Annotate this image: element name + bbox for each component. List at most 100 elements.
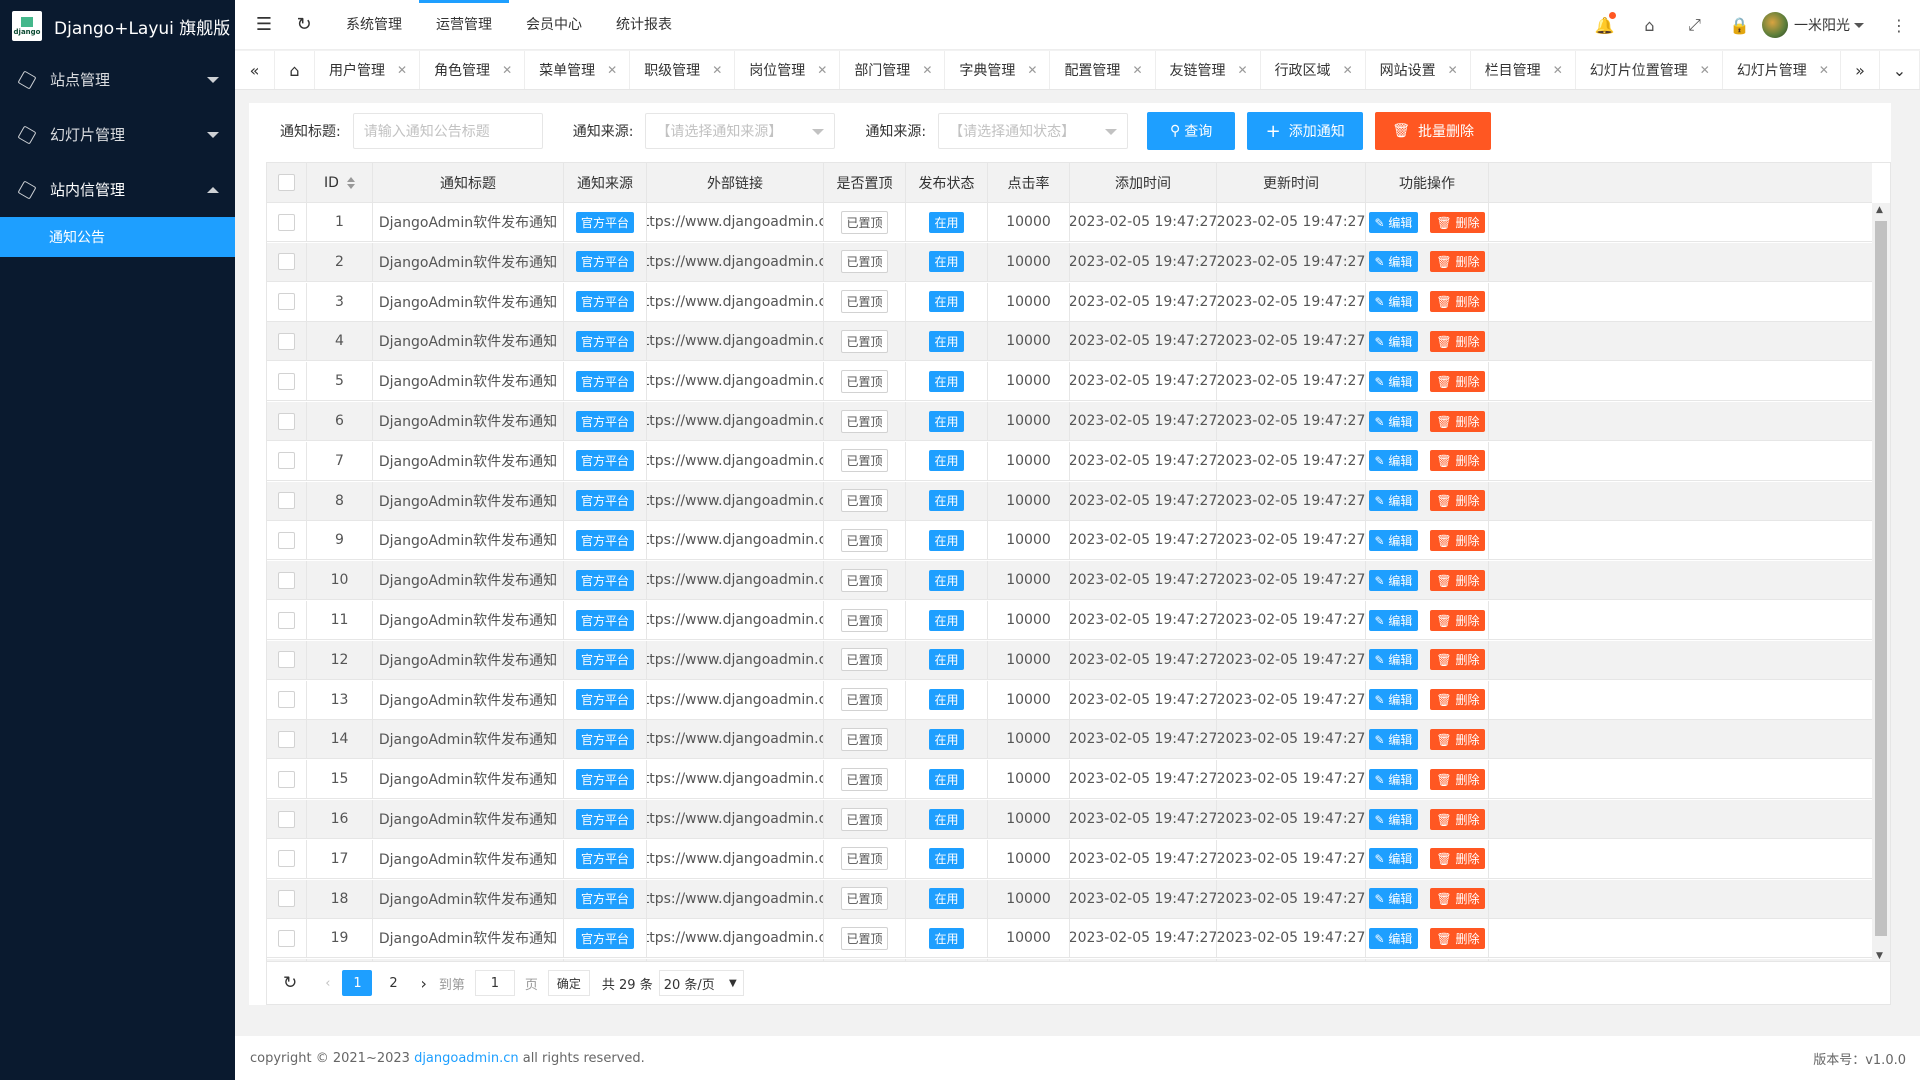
edit-button[interactable]: ✎ 编辑 xyxy=(1368,689,1419,711)
more-vertical-icon[interactable]: ⋮ xyxy=(1884,16,1914,35)
delete-button[interactable]: 🗑 删除 xyxy=(1430,330,1486,352)
row-checkbox[interactable] xyxy=(278,929,295,947)
row-checkbox[interactable] xyxy=(278,691,295,709)
close-icon[interactable]: ✕ xyxy=(1700,63,1710,77)
scrollbar-thumb[interactable] xyxy=(1875,221,1887,936)
edit-button[interactable]: ✎ 编辑 xyxy=(1368,330,1419,352)
tab-item[interactable]: 用户管理 ✕ xyxy=(315,51,421,89)
tag-icon[interactable]: ⌂ xyxy=(1627,16,1672,35)
tab-item[interactable]: 部门管理 ✕ xyxy=(840,51,946,89)
select-all-checkbox[interactable] xyxy=(278,174,295,191)
tab-item[interactable]: 字典管理 ✕ xyxy=(945,51,1051,89)
row-checkbox[interactable] xyxy=(278,770,295,788)
tab-item[interactable]: 栏目管理 ✕ xyxy=(1471,51,1576,89)
table-row[interactable]: 14 DjangoAdmin软件发布通知官方平台 https://www.djang… xyxy=(267,720,1872,760)
page-size-select[interactable]: 20 条/页 ▼ xyxy=(658,970,744,996)
edit-button[interactable]: ✎ 编辑 xyxy=(1368,808,1419,830)
table-row[interactable]: 18 DjangoAdmin软件发布通知官方平台 https://www.djang… xyxy=(267,879,1872,919)
sidebar-item-messages[interactable]: 站内信管理 xyxy=(0,162,235,217)
table-row[interactable]: 15 DjangoAdmin软件发布通知官方平台 https://www.djang… xyxy=(267,760,1872,800)
delete-button[interactable]: 🗑 删除 xyxy=(1430,848,1486,870)
table-row[interactable]: 10 DjangoAdmin软件发布通知官方平台 https://www.djang… xyxy=(267,561,1872,601)
edit-button[interactable]: ✎ 编辑 xyxy=(1368,529,1419,551)
nav-operations[interactable]: 运营管理 xyxy=(419,0,509,50)
edit-button[interactable]: ✎ 编辑 xyxy=(1368,410,1419,432)
bell-icon[interactable]: 🔔 xyxy=(1582,11,1627,35)
table-row[interactable]: 9 DjangoAdmin软件发布通知官方平台 https://www.django… xyxy=(267,521,1872,561)
search-button[interactable]: ⚲ 查询 xyxy=(1147,112,1236,150)
edit-button[interactable]: ✎ 编辑 xyxy=(1368,370,1419,392)
tab-item[interactable]: 职级管理 ✕ xyxy=(630,51,736,89)
table-row[interactable]: 11 DjangoAdmin软件发布通知 官方平台 https://www.djang… xyxy=(267,601,1872,640)
edit-button[interactable]: ✎ 编辑 xyxy=(1368,728,1419,750)
edit-button[interactable]: ✎ 编辑 xyxy=(1368,569,1419,591)
fullscreen-icon[interactable]: ⤢ xyxy=(1672,15,1717,35)
tab-item[interactable]: 幻灯片位置管理 ✕ xyxy=(1576,51,1723,89)
delete-button[interactable]: 🗑 删除 xyxy=(1430,291,1486,313)
source-select[interactable]: 【请选择通知来源】 xyxy=(645,113,836,149)
tab-item[interactable]: 网站设置 ✕ xyxy=(1366,51,1471,89)
nav-reports[interactable]: 统计报表 xyxy=(599,0,689,50)
sort-icon[interactable] xyxy=(346,176,355,189)
tab-item[interactable]: 角色管理 ✕ xyxy=(420,51,526,89)
delete-button[interactable]: 🗑 删除 xyxy=(1430,927,1486,949)
table-row[interactable]: 12 DjangoAdmin软件发布通知官方平台 https://www.djang… xyxy=(267,640,1872,680)
lock-icon[interactable]: 🔒 xyxy=(1717,16,1762,35)
row-checkbox[interactable] xyxy=(278,810,295,828)
delete-button[interactable]: 🗑 删除 xyxy=(1430,649,1486,671)
row-checkbox[interactable] xyxy=(278,293,295,311)
edit-button[interactable]: ✎ 编辑 xyxy=(1368,450,1419,472)
row-checkbox[interactable] xyxy=(278,531,295,549)
delete-button[interactable]: 🗑 删除 xyxy=(1430,211,1486,233)
edit-button[interactable]: ✎ 编辑 xyxy=(1368,888,1419,910)
close-icon[interactable]: ✕ xyxy=(1343,63,1353,77)
avatar[interactable] xyxy=(1762,12,1788,38)
delete-button[interactable]: 🗑 删除 xyxy=(1430,529,1486,551)
row-checkbox[interactable] xyxy=(278,730,295,748)
tab-item[interactable]: 菜单管理 ✕ xyxy=(525,51,631,89)
edit-button[interactable]: ✎ 编辑 xyxy=(1368,927,1419,949)
footer-link[interactable]: djangoadmin.cn xyxy=(414,1051,519,1066)
table-row[interactable]: 16 DjangoAdmin软件发布通知 官方平台 https://www.djang… xyxy=(267,800,1872,839)
tab-item[interactable]: 幻灯片管理 ✕ xyxy=(1723,51,1842,89)
table-row[interactable]: 5 DjangoAdmin软件发布通知官方平台 https://www.django… xyxy=(267,362,1872,402)
close-icon[interactable]: ✕ xyxy=(1132,63,1142,77)
page-2[interactable]: 2 xyxy=(378,970,408,996)
delete-button[interactable]: 🗑 删除 xyxy=(1430,370,1486,392)
edit-button[interactable]: ✎ 编辑 xyxy=(1368,848,1419,870)
delete-button[interactable]: 🗑 删除 xyxy=(1430,251,1486,273)
row-checkbox[interactable] xyxy=(278,492,295,510)
title-search-input[interactable]: 请输入通知公告标题 xyxy=(352,113,543,149)
delete-button[interactable]: 🗑 删除 xyxy=(1430,410,1486,432)
refresh-table-icon[interactable]: ↻ xyxy=(283,973,297,993)
close-icon[interactable]: ✕ xyxy=(1448,63,1458,77)
prev-page-icon[interactable]: ‹ xyxy=(325,976,330,991)
row-checkbox[interactable] xyxy=(278,850,295,868)
nav-system[interactable]: 系统管理 xyxy=(329,0,419,50)
batch-delete-button[interactable]: 🗑 批量删除 xyxy=(1375,112,1492,150)
sidebar-item-slides[interactable]: 幻灯片管理 xyxy=(0,107,235,162)
status-select[interactable]: 【请选择通知状态】 xyxy=(938,113,1129,149)
app-logo-area[interactable]: django Django+Layui 旗舰版 xyxy=(0,0,235,52)
table-row[interactable]: 2 DjangoAdmin软件发布通知官方平台 https://www.django… xyxy=(267,242,1872,282)
close-icon[interactable]: ✕ xyxy=(502,63,512,77)
table-scrollbar[interactable]: ▲ ▼ xyxy=(1872,203,1890,961)
table-row[interactable]: 13 DjangoAdmin软件发布通知官方平台 https://www.djang… xyxy=(267,680,1872,720)
row-checkbox[interactable] xyxy=(278,571,295,589)
delete-button[interactable]: 🗑 删除 xyxy=(1430,808,1486,830)
row-checkbox[interactable] xyxy=(278,611,295,629)
table-row[interactable]: 8 DjangoAdmin软件发布通知官方平台 https://www.django… xyxy=(267,481,1872,521)
row-checkbox[interactable] xyxy=(278,332,295,350)
close-icon[interactable]: ✕ xyxy=(922,63,932,77)
tabs-prev-icon[interactable]: « xyxy=(235,51,275,89)
refresh-icon[interactable]: ↻ xyxy=(289,10,319,40)
row-checkbox[interactable] xyxy=(278,213,295,231)
menu-collapse-icon[interactable]: ☰ xyxy=(249,10,279,40)
close-icon[interactable]: ✕ xyxy=(1238,63,1248,77)
delete-button[interactable]: 🗑 删除 xyxy=(1430,569,1486,591)
edit-button[interactable]: ✎ 编辑 xyxy=(1368,211,1419,233)
delete-button[interactable]: 🗑 删除 xyxy=(1430,490,1486,512)
delete-button[interactable]: 🗑 删除 xyxy=(1430,728,1486,750)
col-id[interactable]: ID xyxy=(307,163,373,202)
edit-button[interactable]: ✎ 编辑 xyxy=(1368,768,1419,790)
